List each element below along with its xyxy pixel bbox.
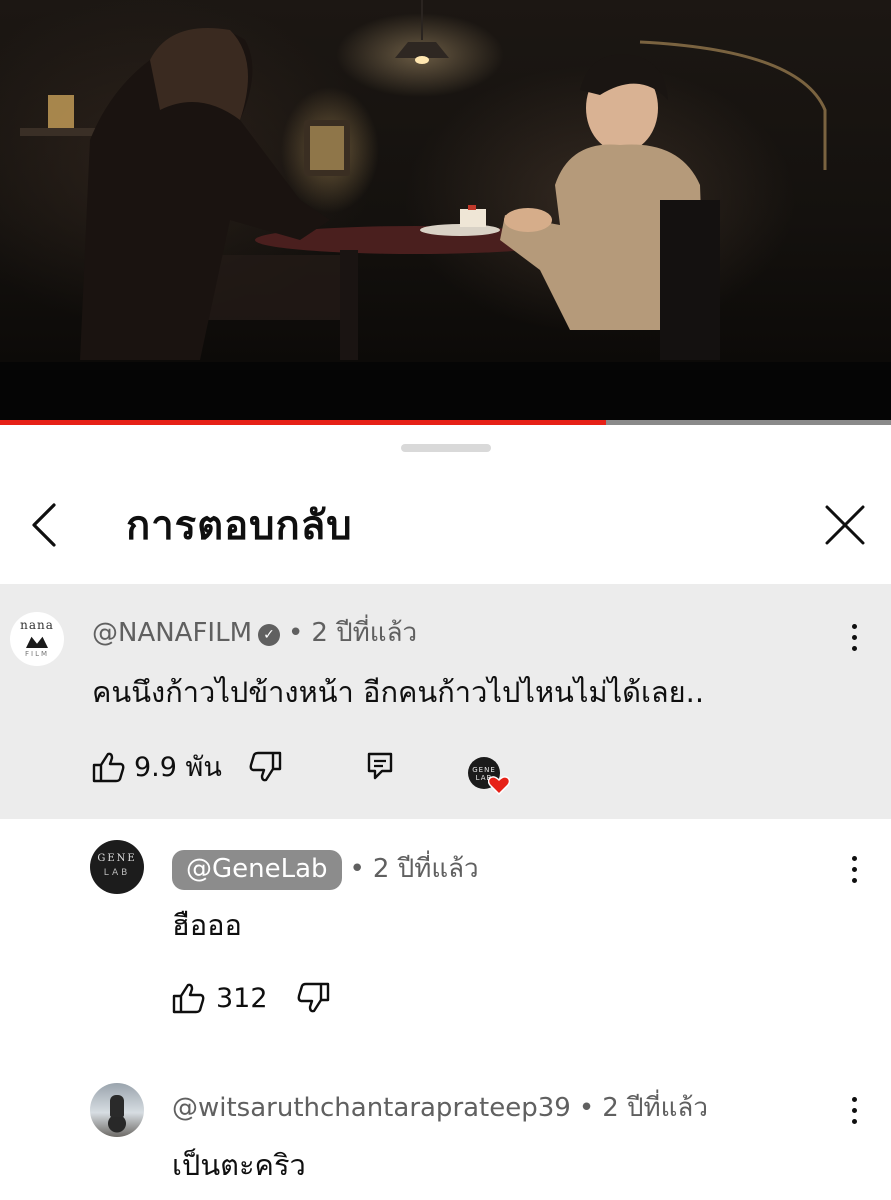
like-button[interactable] [92,751,126,787]
video-letterbox [0,362,891,420]
comment-time: 2 ปีที่แล้ว [311,618,418,648]
reply-icon [367,752,393,780]
creator-heart-icon [488,776,510,795]
more-options-button[interactable] [842,620,866,656]
comment-meta: @NANAFILM ✓ • 2 ปีที่แล้ว [92,616,417,650]
chevron-left-icon [32,503,56,547]
replies-sheet: การตอบกลับ nana FILM @NANAFILM ✓ • 2 ปีที่แ… [0,425,891,1200]
close-button[interactable] [816,499,874,553]
like-button[interactable] [172,982,206,1018]
reply-item: @witsaruthchantaraprateep39 • 2 ปีที่แล้ว … [0,1083,891,1200]
more-options-button[interactable] [842,852,866,888]
video-frame [0,0,891,365]
more-options-button[interactable] [842,1093,866,1129]
sheet-title: การตอบกลับ [126,503,353,549]
avatar-photo-figure [110,1095,124,1117]
comment-actions: 312 [172,980,372,1020]
comment-text: เป็นตะคริว [172,1148,306,1182]
video-player[interactable] [0,0,891,425]
comment-author-highlighted[interactable]: @GeneLab [172,850,342,890]
sheet-header: การตอบกลับ [0,475,891,634]
comment-time: 2 ปีที่แล้ว [602,1093,708,1123]
meta-separator: • [578,1093,595,1123]
verified-check-icon: ✓ [258,624,281,646]
meta-separator: • [288,618,304,648]
comment-time: 2 ปีที่แล้ว [372,854,479,884]
sheet-drag-handle[interactable] [401,444,491,452]
nana-logo-mark [26,636,48,648]
like-count: 9.9 พัน [134,752,222,783]
reply-button[interactable] [366,751,394,785]
top-comment: nana FILM @NANAFILM ✓ • 2 ปีที่แล้ว คนนึงก้… [0,584,891,819]
avatar-logo-subtext: LAB [103,868,131,878]
comment-actions: 9.9 พัน [92,749,452,789]
creator-heart-badge: GENE LAB [468,757,510,795]
dislike-button[interactable] [248,751,282,787]
comment-meta: @GeneLab • 2 ปีที่แล้ว [172,850,479,890]
comment-text: ฮือออ [172,908,242,942]
avatar[interactable]: GENE LAB [90,840,144,894]
meta-separator: • [349,854,365,884]
avatar-logo-subtext: FILM [24,650,50,658]
comment-meta: @witsaruthchantaraprateep39 • 2 ปีที่แล้ว [172,1091,708,1125]
reply-item: GENE LAB @GeneLab • 2 ปีที่แล้ว ฮือออ 312 [0,820,891,1085]
comment-author[interactable]: @NANAFILM [92,618,252,648]
comment-text: คนนึงก้าวไปข้างหน้า อีกคนก้าวไปไหนไม่ได้… [92,675,705,709]
thumb-down-icon [297,982,330,1013]
close-icon [825,505,865,545]
thumb-down-icon [249,751,282,782]
thumb-up-icon [172,983,205,1014]
like-count: 312 [216,983,268,1014]
thumb-up-icon [92,752,125,783]
comment-author[interactable]: @witsaruthchantaraprateep39 [172,1093,571,1123]
video-scene-illustration [20,0,827,360]
avatar-logo-text: GENE [97,853,137,864]
avatar[interactable] [90,1083,144,1137]
dislike-button[interactable] [296,982,330,1018]
avatar-logo-text: nana [20,618,54,632]
back-button[interactable] [20,497,72,553]
avatar[interactable]: nana FILM [10,612,64,666]
